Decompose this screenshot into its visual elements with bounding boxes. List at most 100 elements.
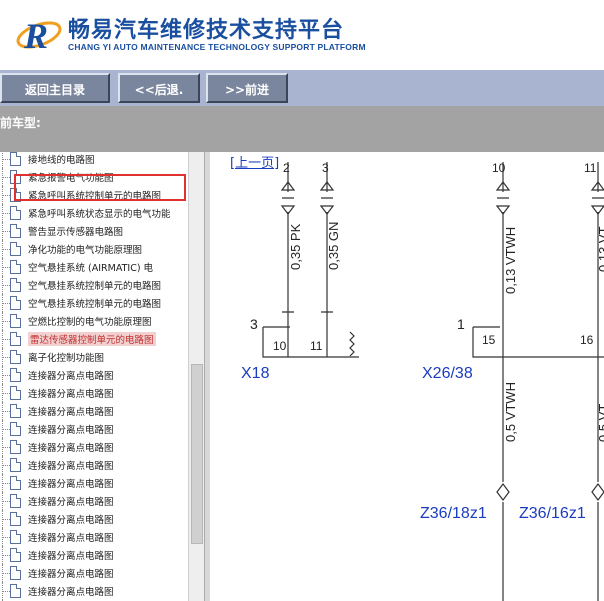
document-icon — [10, 476, 21, 490]
tree-item[interactable]: 连接器分离点电路图 — [0, 546, 188, 564]
wire-top-number: 10 — [492, 161, 506, 175]
tree-item-label: 接地线的电路图 — [28, 155, 95, 166]
tree-item-label: 空燃比控制的电气功能原理图 — [28, 317, 152, 328]
tree-connector-line — [2, 177, 10, 178]
connector-id: X18 — [241, 365, 270, 382]
tree-connector-line — [2, 321, 10, 322]
current-model-label: 前车型: — [0, 116, 41, 130]
app-header: R 畅易汽车维修技术支持平台 CHANG YI AUTO MAINTENANCE… — [0, 0, 604, 70]
tree-item-label: 净化功能的电气功能原理图 — [28, 245, 143, 256]
tree-connector-line — [2, 411, 10, 412]
tree-connector-line — [2, 213, 10, 214]
tree-connector-line — [2, 357, 10, 358]
tree-connector-line — [2, 501, 10, 502]
tree-item-label: 空气悬挂系统 (AIRMATIC) 电 — [28, 263, 154, 274]
document-icon — [10, 548, 21, 562]
document-icon — [10, 314, 21, 328]
document-icon — [10, 242, 21, 256]
tree-item[interactable]: 连接器分离点电路图 — [0, 564, 188, 582]
tree-item[interactable]: 连接器分离点电路图 — [0, 528, 188, 546]
tree-item[interactable]: 连接器分离点电路图 — [0, 384, 188, 402]
tree-item[interactable]: 连接器分离点电路图 — [0, 456, 188, 474]
tree-item-label: 连接器分离点电路图 — [28, 551, 114, 562]
tree-connector-line — [2, 249, 10, 250]
tree-connector-line — [2, 303, 10, 304]
tree-item[interactable]: 连接器分离点电路图 — [0, 402, 188, 420]
document-icon — [10, 440, 21, 454]
tree-item-label: 连接器分离点电路图 — [28, 425, 114, 436]
document-icon — [10, 404, 21, 418]
tree-item[interactable]: 雷达传感器控制单元的电路图 — [0, 330, 188, 348]
tree-item-label: 连接器分离点电路图 — [28, 443, 114, 454]
pin-number: 10 — [273, 339, 287, 353]
tree-item[interactable]: 连接器分离点电路图 — [0, 420, 188, 438]
document-icon — [10, 224, 21, 238]
document-icon — [10, 206, 21, 220]
document-icon — [10, 278, 21, 292]
tree-item-label: 连接器分离点电路图 — [28, 587, 114, 598]
connector-id: X26/38 — [422, 365, 473, 382]
tree-item[interactable]: 连接器分离点电路图 — [0, 438, 188, 456]
document-icon — [10, 386, 21, 400]
document-icon — [10, 350, 21, 364]
tree-item[interactable]: 空气悬挂系统控制单元的电路图 — [0, 294, 188, 312]
tree-item[interactable]: 空气悬挂系统控制单元的电路图 — [0, 276, 188, 294]
tree-connector-line — [2, 519, 10, 520]
wire-label: 0,5 VTWH — [503, 382, 518, 442]
document-icon — [10, 368, 21, 382]
document-icon — [10, 152, 21, 166]
tree-item-label: 连接器分离点电路图 — [28, 569, 114, 580]
tree-connector-line — [2, 195, 10, 196]
document-icon — [10, 458, 21, 472]
tree-item[interactable]: 连接器分离点电路图 — [0, 510, 188, 528]
splice-id: Z36/16z1 — [519, 505, 586, 522]
tree-item[interactable]: 紧急呼叫系统状态显示的电气功能 — [0, 204, 188, 222]
connector-pin-count: 3 — [250, 316, 258, 332]
tree-item[interactable]: 连接器分离点电路图 — [0, 474, 188, 492]
tree-scrollbar[interactable] — [188, 152, 204, 601]
tree-connector-line — [2, 555, 10, 556]
tree-item[interactable]: 连接器分离点电路图 — [0, 492, 188, 510]
tree-connector-line — [2, 339, 10, 340]
toolbar: 返回主目录 <<后退. >>前进 — [0, 70, 604, 106]
document-icon — [10, 584, 21, 598]
tree-item[interactable]: 离子化控制功能图 — [0, 348, 188, 366]
tree-item[interactable]: 警告显示传感器电路图 — [0, 222, 188, 240]
prev-page-link[interactable]: [上一页] — [228, 152, 282, 171]
tree-connector-line — [2, 483, 10, 484]
tree-item-label: 连接器分离点电路图 — [28, 479, 114, 490]
forward-button[interactable]: >>前进 — [206, 73, 288, 103]
document-icon — [10, 512, 21, 526]
tree-item[interactable]: 接地线的电路图 — [0, 152, 188, 168]
tree-connector-line — [2, 267, 10, 268]
tree-item[interactable]: 净化功能的电气功能原理图 — [0, 240, 188, 258]
wiring-diagram: 2 3 10 11 0,35 PK 0,35 GN 0,13 VTWH 0,13… — [210, 152, 604, 601]
document-icon — [10, 332, 21, 346]
tree-item-label: 连接器分离点电路图 — [28, 497, 114, 508]
tree-item-label: 连接器分离点电路图 — [28, 515, 114, 526]
scrollbar-thumb[interactable] — [191, 364, 203, 544]
app-title: 畅易汽车维修技术支持平台 — [68, 18, 345, 43]
tree-item-label: 连接器分离点电路图 — [28, 389, 114, 400]
pin-number: 16 — [580, 333, 594, 347]
tree-item-label: 连接器分离点电路图 — [28, 371, 114, 382]
wire-label: 0,5 VT — [596, 404, 604, 442]
tree-item[interactable]: 空燃比控制的电气功能原理图 — [0, 312, 188, 330]
pin-number: 15 — [482, 333, 496, 347]
document-icon — [10, 494, 21, 508]
document-icon — [10, 260, 21, 274]
back-button[interactable]: <<后退. — [118, 73, 200, 103]
svg-text:R: R — [23, 16, 48, 56]
tree-item[interactable]: 空气悬挂系统 (AIRMATIC) 电 — [0, 258, 188, 276]
home-button[interactable]: 返回主目录 — [0, 73, 110, 103]
tree-item[interactable]: 连接器分离点电路图 — [0, 582, 188, 600]
tree-item-label: 离子化控制功能图 — [28, 353, 105, 364]
tree-item[interactable]: 连接器分离点电路图 — [0, 366, 188, 384]
document-icon — [10, 530, 21, 544]
connector-pin-count: 1 — [457, 316, 465, 332]
wire-label: 0,35 PK — [288, 223, 303, 270]
tree-item-label: 紧急呼叫系统状态显示的电气功能 — [28, 209, 171, 220]
tree-connector-line — [2, 429, 10, 430]
tree-connector-line — [2, 537, 10, 538]
app-subtitle: CHANG YI AUTO MAINTENANCE TECHNOLOGY SUP… — [68, 42, 366, 52]
